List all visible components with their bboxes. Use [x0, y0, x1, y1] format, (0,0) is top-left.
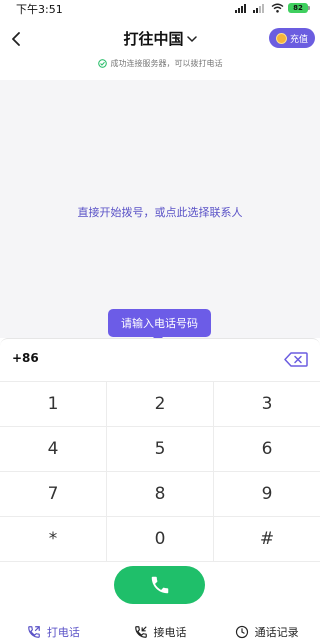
status-icons: 82 [235, 2, 310, 14]
recharge-label: 充值 [289, 34, 308, 45]
page-title: 打往中国 [123, 30, 184, 48]
key-8[interactable]: 8 [107, 472, 214, 517]
key-1[interactable]: 1 [0, 382, 107, 427]
bottom-nav: 打电话 接电话 通话记录 [0, 620, 320, 644]
header: 打往中国 充值 成功连接服务器，可以拨打电话 [0, 16, 320, 68]
key-9[interactable]: 9 [214, 472, 320, 517]
nav-item-call-history[interactable]: 通话记录 [213, 620, 320, 644]
key-5[interactable]: 5 [107, 427, 214, 472]
connection-status: 成功连接服务器，可以拨打电话 [0, 58, 320, 69]
key-3[interactable]: 3 [214, 382, 320, 427]
check-circle-icon [97, 59, 107, 68]
input-tooltip: 请输入电话号码 [108, 309, 211, 337]
recharge-button[interactable]: 充值 [269, 28, 315, 48]
call-button[interactable] [114, 566, 205, 604]
nav-item-make-call[interactable]: 打电话 [0, 620, 107, 644]
signal-icon [235, 4, 246, 13]
delete-button[interactable] [284, 352, 308, 371]
wifi-icon [271, 3, 284, 13]
select-contact-link[interactable]: 直接开始拨号，或点此选择联系人 [0, 204, 320, 220]
country-code[interactable]: +86 [12, 351, 39, 365]
signal-icon [253, 4, 264, 13]
chevron-down-icon [186, 35, 197, 42]
status-time: 下午3:51 [16, 3, 63, 16]
coin-icon [275, 32, 287, 44]
key-2[interactable]: 2 [107, 382, 214, 427]
nav-label-receive-call: 接电话 [153, 626, 187, 639]
nav-label-call-history: 通话记录 [254, 626, 299, 639]
phone-outgoing-icon [27, 626, 40, 638]
key-7[interactable]: 7 [0, 472, 107, 517]
status-bar: 下午3:51 82 [0, 0, 320, 16]
nav-item-receive-call[interactable]: 接电话 [107, 620, 214, 644]
number-row: +86 [0, 338, 320, 380]
phone-incoming-icon [134, 626, 147, 638]
phone-icon [151, 576, 168, 594]
phone-number-input[interactable] [50, 347, 270, 373]
battery-indicator: 82 [288, 3, 310, 13]
nav-label-make-call: 打电话 [46, 626, 80, 639]
key-0[interactable]: 0 [107, 517, 214, 562]
key-hash[interactable]: # [214, 517, 320, 562]
connection-status-text: 成功连接服务器，可以拨打电话 [110, 59, 223, 68]
clock-icon [235, 625, 248, 639]
key-star[interactable]: * [0, 517, 107, 562]
key-6[interactable]: 6 [214, 427, 320, 472]
keypad: 1 2 3 4 5 6 7 8 9 * 0 # [0, 381, 320, 562]
call-area: 直接开始拨号，或点此选择联系人 [0, 80, 320, 338]
key-4[interactable]: 4 [0, 427, 107, 472]
delete-icon [284, 352, 308, 367]
